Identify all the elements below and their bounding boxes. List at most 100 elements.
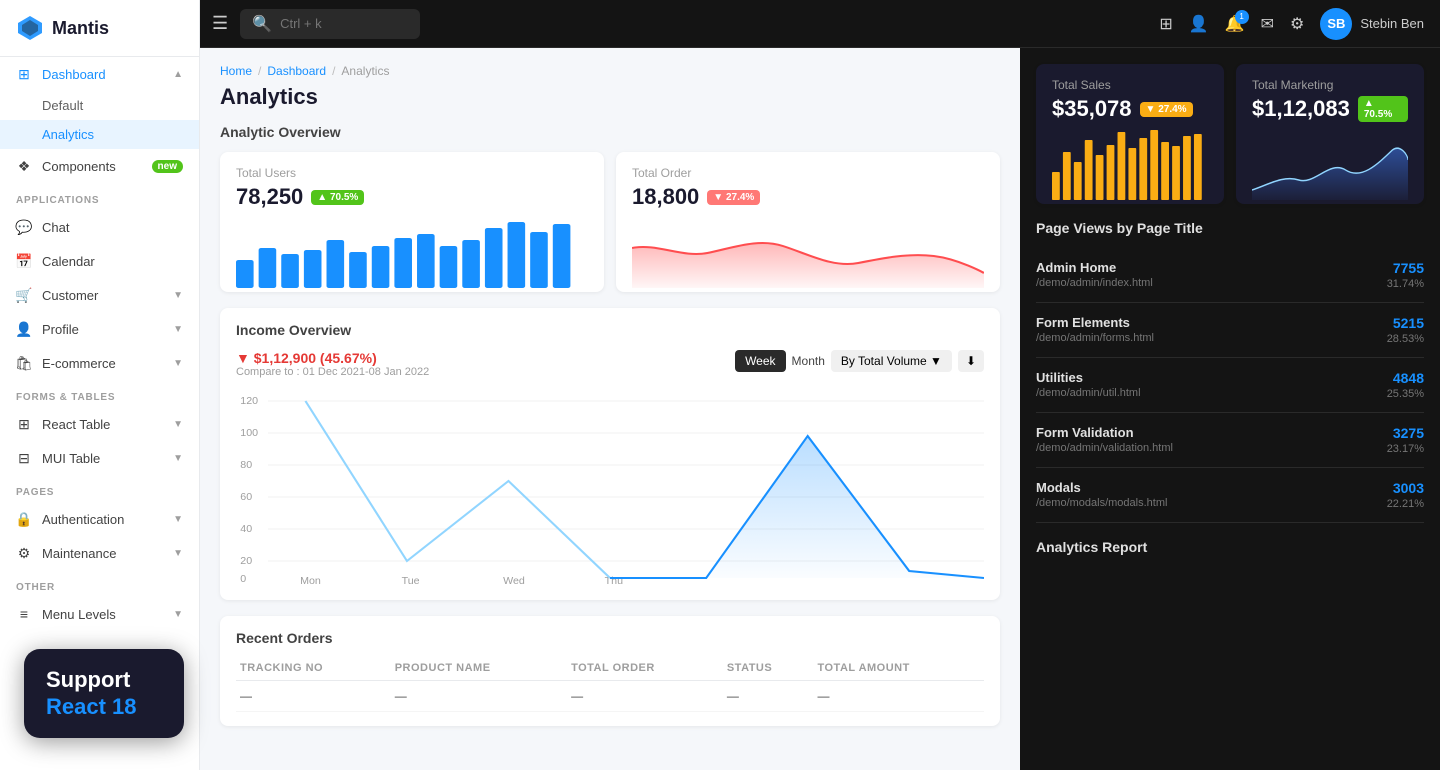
- applications-section: Applications: [0, 183, 199, 210]
- sidebar-item-mui-table[interactable]: ⊟ MUI Table ▼: [0, 441, 199, 475]
- sidebar-item-ecommerce[interactable]: 🛍 E-commerce ▼: [0, 346, 199, 380]
- table-row: — — — — —: [236, 681, 984, 712]
- auth-icon: 🔒: [16, 511, 32, 527]
- col-tracking: TRACKING NO: [236, 656, 391, 681]
- menu-icon: ≡: [16, 606, 32, 622]
- pv-name-0: Admin Home: [1036, 260, 1153, 275]
- stat-value-marketing: $1,12,083: [1252, 96, 1350, 122]
- search-box[interactable]: 🔍: [240, 9, 420, 39]
- pv-url-4: /demo/modals/modals.html: [1036, 497, 1167, 509]
- pv-pct-4: 22.21%: [1387, 498, 1424, 510]
- income-controls: Week Month By Total Volume ▼ ⬇: [735, 350, 984, 372]
- pv-count-4: 3003: [1387, 480, 1424, 496]
- notification-icon[interactable]: 🔔 1: [1225, 14, 1245, 34]
- pv-pct-3: 23.17%: [1387, 443, 1424, 455]
- stat-label-order: Total Order: [632, 166, 984, 180]
- stat-label-marketing: Total Marketing: [1252, 78, 1408, 92]
- breadcrumb: Home / Dashboard / Analytics: [220, 64, 1000, 78]
- pv-name-3: Form Validation: [1036, 425, 1173, 440]
- recent-orders-title: Recent Orders: [236, 630, 984, 646]
- stat-label-sales: Total Sales: [1052, 78, 1208, 92]
- chevron-down-icon3: ▼: [173, 358, 183, 369]
- col-total-order: TOTAL ORDER: [567, 656, 723, 681]
- customer-icon: 🛒: [16, 287, 32, 303]
- svg-text:Mon: Mon: [300, 576, 321, 586]
- logo-icon: [16, 14, 44, 42]
- topbar-right: ⊞ 👤 🔔 1 ✉ ⚙ SB Stebin Ben: [1159, 8, 1424, 40]
- stat-label-users: Total Users: [236, 166, 588, 180]
- grid-icon[interactable]: ⊞: [1159, 14, 1172, 34]
- week-button[interactable]: Week: [735, 350, 785, 372]
- maintenance-icon: ⚙: [16, 545, 32, 561]
- col-status: STATUS: [723, 656, 814, 681]
- mail-icon[interactable]: ✉: [1261, 14, 1274, 34]
- income-value: ▼ $1,12,900 (45.67%): [236, 350, 429, 366]
- sidebar-sub-default[interactable]: Default: [0, 91, 199, 120]
- sidebar-item-components[interactable]: ❖ Components new: [0, 149, 199, 183]
- topbar: ☰ 🔍 ⊞ 👤 🔔 1 ✉ ⚙ SB Stebin Ben: [200, 0, 1440, 48]
- pv-name-2: Utilities: [1036, 370, 1141, 385]
- pv-pct-1: 28.53%: [1387, 333, 1424, 345]
- orders-table: TRACKING NO PRODUCT NAME TOTAL ORDER STA…: [236, 656, 984, 712]
- support-react-text1: Support: [46, 667, 162, 693]
- pv-count-2: 4848: [1387, 370, 1424, 386]
- month-button[interactable]: Month: [792, 354, 825, 368]
- other-section: Other: [0, 570, 199, 597]
- stat-badge-marketing: ▲ 70.5%: [1358, 96, 1408, 122]
- stat-card-total-sales: Total Sales $35,078 ▼ 27.4%: [1036, 64, 1224, 204]
- pv-count-0: 7755: [1387, 260, 1424, 276]
- income-line-chart: 120 100 80 60 40 20 0 Mon Tue: [236, 386, 984, 586]
- area-chart-order: [632, 218, 984, 288]
- sidebar-item-chat[interactable]: 💬 Chat: [0, 210, 199, 244]
- stat-value-users: 78,250: [236, 184, 303, 210]
- components-icon: ❖: [16, 158, 32, 174]
- pv-url-0: /demo/admin/index.html: [1036, 277, 1153, 289]
- hamburger-icon[interactable]: ☰: [212, 13, 228, 34]
- sidebar-dashboard-label: Dashboard: [42, 67, 106, 82]
- sidebar-item-maintenance[interactable]: ⚙ Maintenance ▼: [0, 536, 199, 570]
- settings-icon[interactable]: ⚙: [1290, 14, 1304, 34]
- area-chart-marketing: [1252, 130, 1408, 200]
- search-input[interactable]: [280, 16, 400, 31]
- chevron-down-icon2: ▼: [173, 324, 183, 335]
- sidebar-item-profile[interactable]: 👤 Profile ▼: [0, 312, 199, 346]
- svg-text:Tue: Tue: [402, 576, 420, 586]
- svg-text:Wed: Wed: [503, 576, 525, 586]
- sidebar-item-authentication[interactable]: 🔒 Authentication ▼: [0, 502, 199, 536]
- sidebar-item-customer[interactable]: 🛒 Customer ▼: [0, 278, 199, 312]
- svg-text:60: 60: [240, 492, 252, 503]
- sidebar-item-calendar[interactable]: 📅 Calendar: [0, 244, 199, 278]
- svg-text:100: 100: [240, 428, 258, 439]
- income-header: ▼ $1,12,900 (45.67%) Compare to : 01 Dec…: [236, 350, 984, 378]
- stat-card-total-order: Total Order 18,800 ▼ 27.4%: [616, 152, 1000, 292]
- income-title: Income Overview: [236, 322, 984, 338]
- sidebar-item-menu-levels[interactable]: ≡ Menu Levels ▼: [0, 597, 199, 631]
- breadcrumb-current: Analytics: [341, 64, 389, 78]
- pages-section: Pages: [0, 475, 199, 502]
- content-left: Home / Dashboard / Analytics Analytics A…: [200, 48, 1020, 770]
- pv-item-admin-home: Admin Home /demo/admin/index.html 7755 3…: [1036, 248, 1424, 303]
- topbar-left: ☰ 🔍: [200, 9, 432, 39]
- user-avatar[interactable]: SB Stebin Ben: [1320, 8, 1424, 40]
- svg-text:40: 40: [240, 524, 252, 535]
- main-area: ☰ 🔍 ⊞ 👤 🔔 1 ✉ ⚙ SB Stebin Ben: [200, 0, 1440, 770]
- chevron-up-icon: ▲: [173, 69, 183, 80]
- recent-orders-card: Recent Orders TRACKING NO PRODUCT NAME T…: [220, 616, 1000, 726]
- user-switch-icon[interactable]: 👤: [1189, 14, 1209, 34]
- stat-card-total-users: Total Users 78,250 ▲ 70.5%: [220, 152, 604, 292]
- analytic-overview-title: Analytic Overview: [220, 124, 1000, 140]
- support-react-badge[interactable]: Support React 18: [24, 649, 184, 738]
- sidebar-item-dashboard[interactable]: ⊞ Dashboard ▲: [0, 57, 199, 91]
- sidebar-item-react-table[interactable]: ⊞ React Table ▼: [0, 407, 199, 441]
- pv-item-form-validation: Form Validation /demo/admin/validation.h…: [1036, 413, 1424, 468]
- breadcrumb-home[interactable]: Home: [220, 64, 252, 78]
- stat-value-order: 18,800: [632, 184, 699, 210]
- volume-button[interactable]: By Total Volume ▼: [831, 350, 952, 372]
- forms-tables-section: Forms & Tables: [0, 380, 199, 407]
- chat-icon: 💬: [16, 219, 32, 235]
- chevron-down-icon8: ▼: [173, 609, 183, 620]
- search-icon: 🔍: [252, 14, 272, 34]
- sidebar-sub-analytics[interactable]: Analytics: [0, 120, 199, 149]
- breadcrumb-dashboard[interactable]: Dashboard: [267, 64, 326, 78]
- download-button[interactable]: ⬇: [958, 350, 984, 372]
